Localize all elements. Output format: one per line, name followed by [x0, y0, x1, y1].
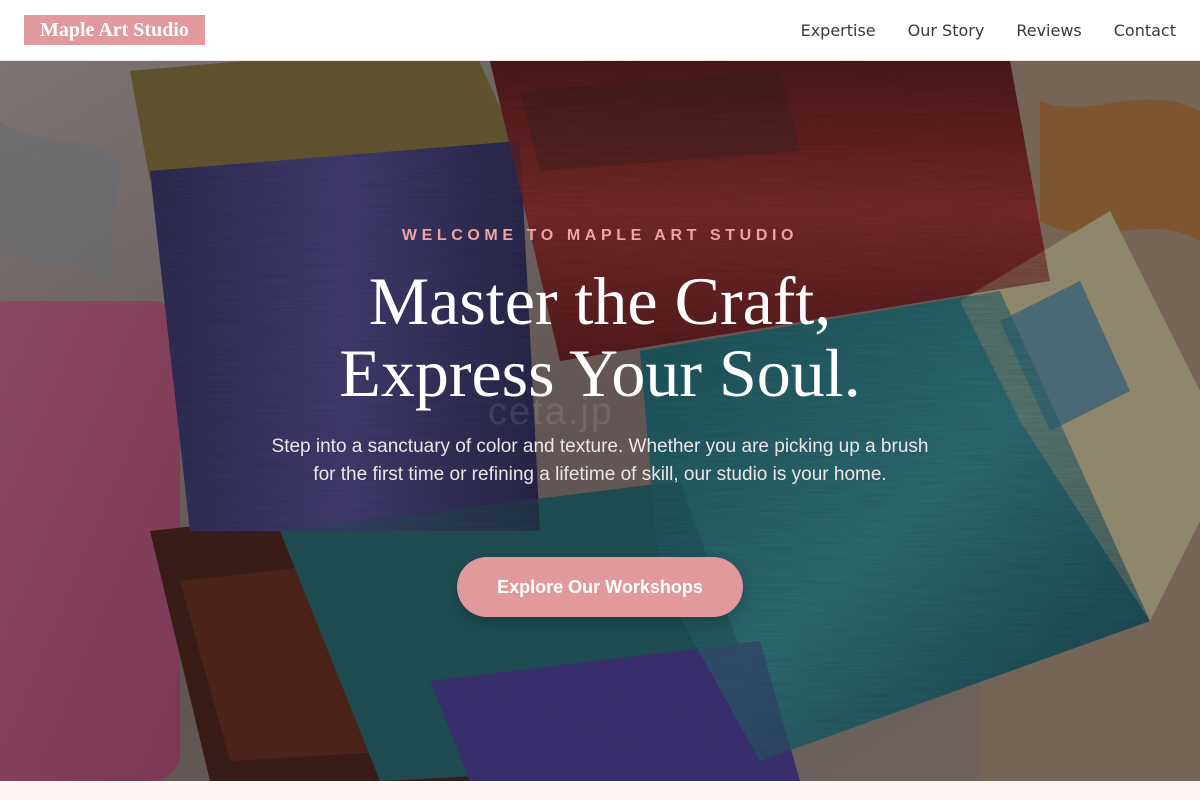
nav-link-expertise[interactable]: Expertise [801, 21, 876, 40]
nav-link-reviews[interactable]: Reviews [1016, 21, 1081, 40]
next-section-edge [0, 781, 1200, 800]
hero-subtext: Step into a sanctuary of color and textu… [271, 436, 929, 485]
hero-headline-line1: Master the Craft, [368, 263, 832, 339]
explore-workshops-button[interactable]: Explore Our Workshops [457, 557, 743, 617]
top-navbar: Maple Art Studio Expertise Our Story Rev… [0, 0, 1200, 61]
hero-headline-line2: Express Your Soul. [339, 335, 861, 411]
hero-headline: Master the Craft, Express Your Soul. [200, 265, 1000, 409]
nav-link-contact[interactable]: Contact [1114, 21, 1176, 40]
brand-logo[interactable]: Maple Art Studio [24, 15, 205, 45]
nav-link-our-story[interactable]: Our Story [908, 21, 985, 40]
hero-eyebrow: WELCOME TO MAPLE ART STUDIO [401, 227, 799, 244]
hero-section: ceta.jp WELCOME TO MAPLE ART STUDIO Mast… [0, 61, 1200, 781]
main-nav: Expertise Our Story Reviews Contact [801, 0, 1176, 60]
